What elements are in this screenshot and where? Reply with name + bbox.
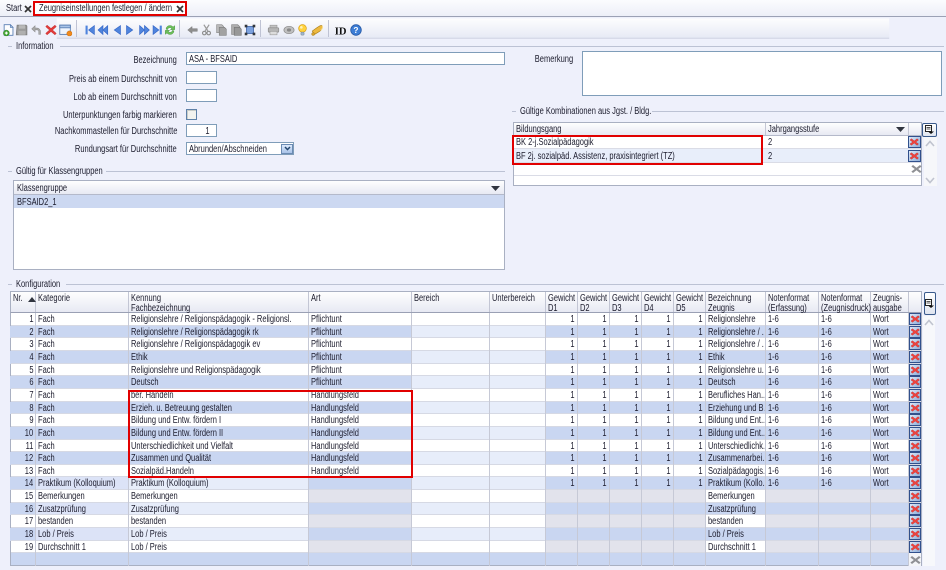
svg-text:?: ?: [353, 25, 358, 35]
